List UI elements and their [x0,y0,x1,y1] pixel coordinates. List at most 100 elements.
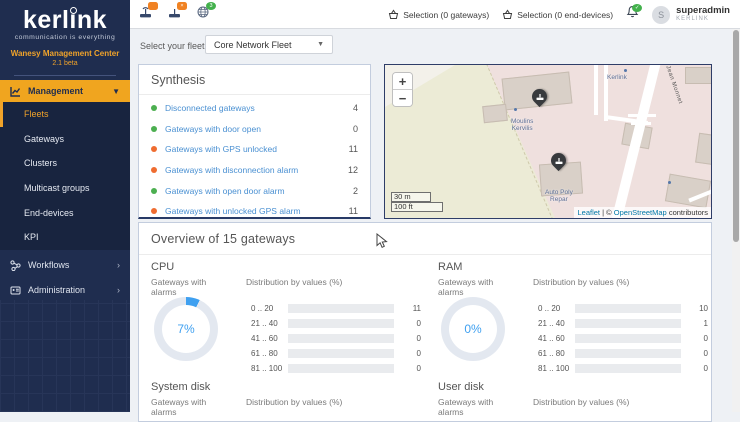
bar-track [575,349,681,358]
synthesis-link[interactable]: Gateways with GPS unlocked [165,144,277,154]
cpu-donut-value: 7% [154,297,218,361]
sidebar-item-workflows[interactable]: Workflows › [0,253,130,277]
sidebar-item-multicast-groups[interactable]: Multicast groups [0,176,130,201]
bar-value: 0 [681,349,708,358]
zoom-out-button[interactable]: − [393,90,412,106]
synthesis-link[interactable]: Gateways with unlocked GPS alarm [165,206,301,216]
ram-alarms-label: Gateways with alarms [438,277,512,297]
range-label: 41 .. 60 [251,334,288,343]
status-dot [151,188,157,194]
gateway-map-marker[interactable] [548,150,569,171]
sidebar-item-fleets[interactable]: Fleets [0,102,130,127]
divider [139,254,711,255]
synthesis-row-gps-unlocked[interactable]: Gateways with GPS unlocked 11 [139,139,370,160]
bar-value: 1 [681,319,708,328]
bar-track [288,304,394,313]
synthesis-value: 2 [353,186,358,196]
range-label: 81 .. 100 [251,364,288,373]
synthesis-link[interactable]: Gateways with disconnection alarm [165,165,298,175]
ram-bar-row: 41 .. 60 0 [538,333,708,343]
map-label-poi2: Auto PolyRepar [545,189,573,203]
bar-track [288,319,394,328]
product-name: Wanesy Management Center [0,49,130,58]
range-label: 61 .. 80 [251,349,288,358]
zoom-in-button[interactable]: + [393,73,412,90]
map-zoom-control: + − [392,72,413,107]
gateway-map[interactable]: Kerlink MoulinsKervilis Auto PolyRepar J… [384,64,712,219]
ram-title: RAM [438,261,713,273]
bar-track [575,364,681,373]
range-label: 0 .. 20 [251,304,288,313]
gateway-disconnect-status-icon[interactable]: × [167,4,183,20]
management-label: Management [28,86,83,96]
map-street-label: Jean Monnet [664,65,683,105]
leaflet-link[interactable]: Leaflet [577,208,600,217]
bar-track [575,319,681,328]
bar-track [288,364,394,373]
gateway-marker-icon [536,93,544,101]
fleet-select-dropdown[interactable]: Core Network Fleet ▼ [205,35,333,54]
cpu-bar-row: 21 .. 40 0 [251,318,421,328]
sidebar-item-clusters[interactable]: Clusters [0,151,130,176]
sidebar-item-kpi[interactable]: KPI [0,225,130,250]
gateway-alarm-status-icon[interactable] [138,4,154,20]
synthesis-link[interactable]: Gateways with open door alarm [165,186,285,196]
range-label: 61 .. 80 [538,349,575,358]
ram-donut-value: 0% [441,297,505,361]
synthesis-title: Synthesis [139,65,370,94]
synthesis-row-unlocked-gps-alarm[interactable]: Gateways with unlocked GPS alarm 11 [139,201,370,222]
synthesis-row-door-open[interactable]: Gateways with door open 0 [139,119,370,140]
ram-bar-row: 61 .. 80 0 [538,348,708,358]
synthesis-row-disconnected[interactable]: Disconnected gateways 4 [139,98,370,119]
user-disk-alarms-label: Gateways with alarms [438,397,512,417]
workflow-icon [10,260,21,271]
attribution-separator: | © [602,208,612,217]
gateway-map-marker[interactable] [529,86,550,107]
synthesis-row-disconnection-alarm[interactable]: Gateways with disconnection alarm 12 [139,160,370,181]
chevron-right-icon: › [117,260,120,270]
selection-gateways-label: Selection (0 gateways) [403,10,489,20]
sidebar-item-gateways[interactable]: Gateways [0,127,130,152]
scrollbar-thumb[interactable] [733,30,739,242]
sidebar-item-administration[interactable]: Administration › [0,278,130,302]
notifications-button[interactable]: ✓ [626,5,639,24]
administration-label: Administration [28,285,85,295]
sidebar-divider [14,75,116,76]
map-label-kerlink: Kerlink [607,74,627,81]
sidebar-item-management[interactable]: Management ▼ [0,80,130,102]
chart-icon [10,86,21,97]
brand-tagline: communication is everything [0,34,130,41]
user-disk-section: User disk Gateways with alarms Distribut… [438,381,713,393]
osm-link[interactable]: OpenStreetMap [614,208,667,217]
selection-end-devices-button[interactable]: Selection (0 end-devices) [502,9,613,20]
bar-value: 0 [681,334,708,343]
system-disk-section: System disk Gateways with alarms Distrib… [151,381,426,393]
status-dot [151,105,157,111]
ram-section: RAM Gateways with alarms Distribution by… [438,261,713,273]
bar-track [288,349,394,358]
system-disk-distribution-label: Distribution by values (%) [246,397,342,407]
map-road [628,114,656,117]
map-road [607,65,665,218]
synthesis-panel: Synthesis Disconnected gateways 4 Gatewa… [138,64,371,219]
cpu-bar-row: 41 .. 60 0 [251,333,421,343]
chevron-right-icon: › [117,285,120,295]
synthesis-row-open-door-alarm[interactable]: Gateways with open door alarm 2 [139,180,370,201]
synthesis-value: 12 [348,165,358,175]
kerlink-logo: kerlınk [0,7,130,33]
sidebar-item-end-devices[interactable]: End-devices [0,200,130,225]
selection-gateways-button[interactable]: Selection (0 gateways) [388,9,489,20]
dropdown-caret-icon: ▼ [317,41,324,48]
map-building [482,104,508,123]
map-poi-dot [624,69,627,72]
synthesis-link[interactable]: Disconnected gateways [165,103,255,113]
basket-icon [502,9,513,20]
synthesis-link[interactable]: Gateways with door open [165,124,261,134]
synthesis-value: 4 [353,103,358,113]
overview-title: Overview of 15 gateways [139,223,711,254]
network-status-icon[interactable]: 3 [196,4,212,20]
user-menu[interactable]: S superadmin KERLINK [652,6,730,24]
range-label: 41 .. 60 [538,334,575,343]
notification-badge: ✓ [632,4,642,12]
bar-value: 0 [394,364,421,373]
